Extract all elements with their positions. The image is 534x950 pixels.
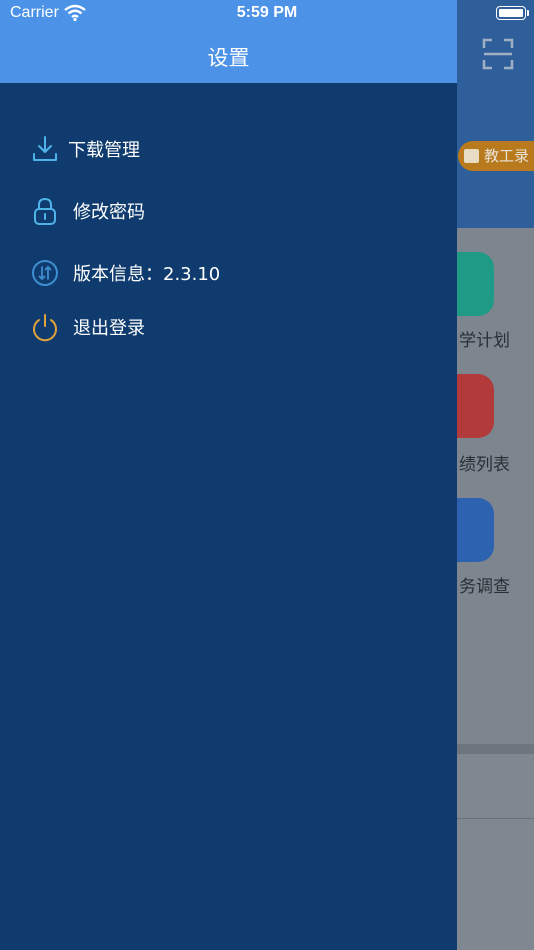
staff-directory-button[interactable]: 教工录: [458, 141, 534, 171]
menu-label: 版本信息：2.3.10: [73, 264, 221, 285]
scan-icon[interactable]: [482, 38, 514, 70]
menu-item-change-password[interactable]: 修改密码: [30, 190, 430, 230]
power-icon: [33, 314, 57, 342]
download-icon: [33, 136, 57, 161]
battery-cap: [527, 10, 529, 16]
menu-label: 退出登录: [73, 318, 145, 339]
staff-directory-label: 教工录: [484, 147, 530, 165]
status-time: 5:59 PM: [236, 4, 298, 21]
battery-icon: [496, 6, 526, 20]
status-bar: Carrier 5:59 PM: [0, 0, 534, 28]
menu-item-version-info[interactable]: 版本信息：2.3.10: [30, 252, 430, 292]
version-icon: [32, 260, 58, 286]
menu-item-logout[interactable]: 退出登录: [30, 306, 430, 346]
drawer-title: 设置: [207, 46, 250, 70]
menu-label: 修改密码: [73, 202, 145, 223]
lock-icon: [34, 197, 56, 225]
divider-line: [456, 818, 534, 819]
menu-item-download-manager[interactable]: 下载管理: [30, 128, 430, 168]
settings-drawer: 设置 下载管理 修改密码 版本信息：2.3.10 退出登录: [0, 0, 457, 950]
menu-label: 下载管理: [68, 140, 140, 161]
contact-card-icon: [464, 149, 479, 163]
